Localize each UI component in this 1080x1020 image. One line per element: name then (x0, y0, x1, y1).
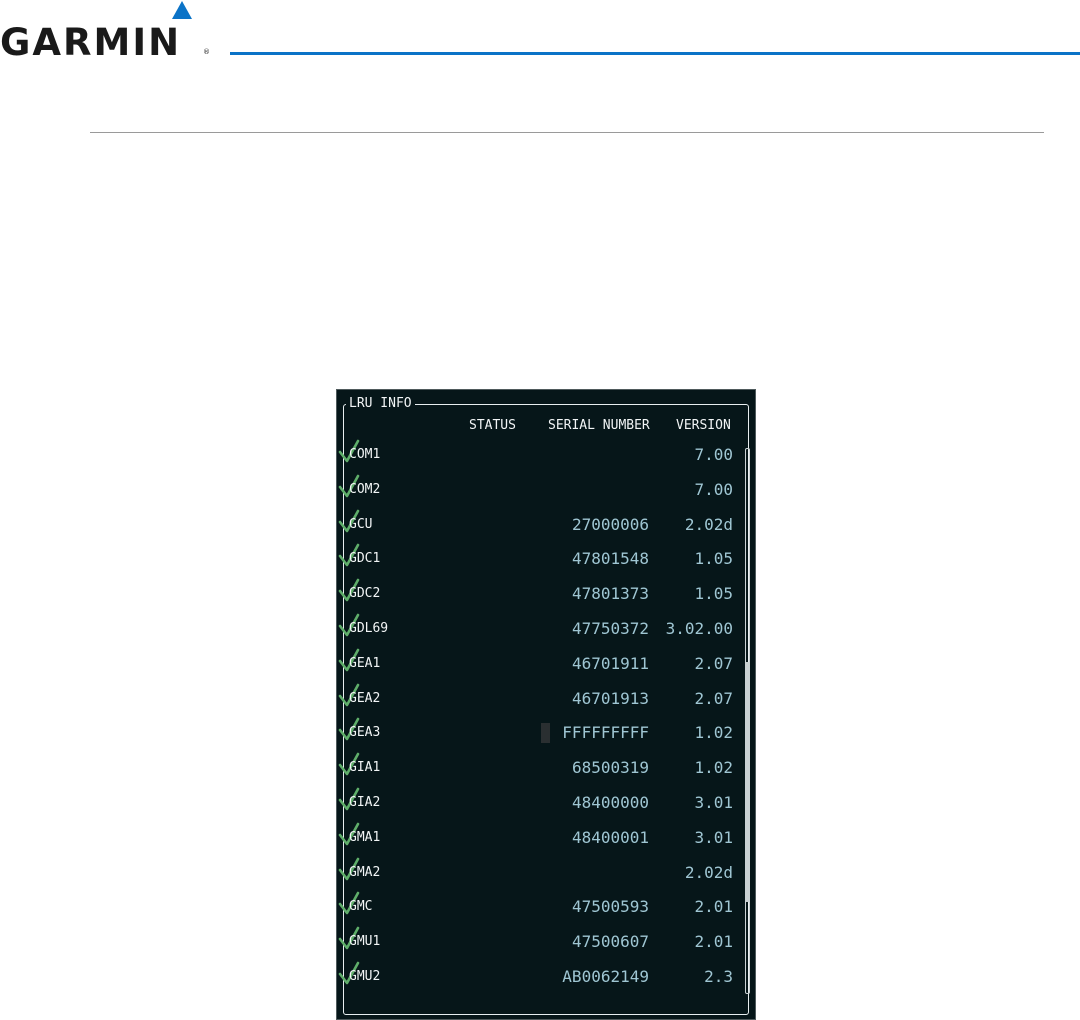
serial-number-value: 47500593 (571, 897, 649, 917)
version-value: 3.02.00 (665, 618, 733, 638)
table-row[interactable]: GMA1 48400001 3.01 (337, 821, 755, 856)
serial-number-value: 46701913 (571, 688, 649, 708)
table-row[interactable]: GMC 47500593 2.01 (337, 890, 755, 925)
garmin-delta-icon (172, 1, 192, 19)
table-row[interactable]: GDL69 47750372 3.02.00 (337, 612, 755, 647)
serial-number-value: 47801548 (571, 549, 649, 569)
table-row[interactable]: GMU1 47500607 2.01 (337, 925, 755, 960)
table-row[interactable]: GMU2 AB0062149 2.3 (337, 960, 755, 995)
version-value: 3.01 (694, 827, 733, 847)
serial-number-value: 47500607 (571, 932, 649, 952)
table-row[interactable]: GCU 27000006 2.02d (337, 508, 755, 543)
section-divider (90, 132, 1044, 133)
table-row[interactable]: GMA2 2.02d (337, 856, 755, 891)
version-value: 2.01 (694, 932, 733, 952)
serial-number-value: AB0062149 (562, 966, 649, 986)
version-value: 2.02d (684, 862, 733, 882)
lru-name: GIA1 (349, 760, 381, 776)
table-row[interactable]: COM1 7.00 (337, 438, 755, 473)
serial-number-value: 48400001 (571, 827, 649, 847)
column-header-serial-number: SERIAL NUMBER (548, 418, 650, 433)
version-value: 3.01 (694, 792, 733, 812)
version-value: 1.02 (694, 723, 733, 743)
lru-name: GEA1 (349, 655, 381, 671)
table-row[interactable]: GEA2 46701913 2.07 (337, 682, 755, 717)
table-row[interactable]: COM2 7.00 (337, 473, 755, 508)
lru-name: GDC1 (349, 551, 381, 567)
serial-number-value: 47750372 (571, 618, 649, 638)
serial-number-value: 48400000 (571, 792, 649, 812)
registered-mark: ® (203, 48, 210, 56)
lru-list[interactable]: COM1 7.00 COM2 7.00 GCU 27000006 2.02d GDC1 4780… (337, 438, 755, 995)
column-header-status: STATUS (469, 418, 516, 433)
column-header-version: VERSION (676, 418, 731, 433)
lru-name: COM2 (349, 481, 381, 497)
lru-name: GMA2 (349, 864, 381, 880)
scrollbar-thumb[interactable] (746, 662, 749, 902)
version-value: 2.3 (704, 966, 733, 986)
version-value: 2.07 (694, 653, 733, 673)
lru-name: GMU2 (349, 968, 381, 984)
lru-name: GMU1 (349, 934, 381, 950)
table-row[interactable]: GIA2 48400000 3.01 (337, 786, 755, 821)
cursor-highlight (541, 723, 550, 744)
lru-name: GMC (349, 899, 373, 915)
version-value: 1.02 (694, 758, 733, 778)
table-row[interactable]: GDC2 47801373 1.05 (337, 577, 755, 612)
header-rule (230, 52, 1080, 55)
version-value: 1.05 (694, 584, 733, 604)
lru-name: GCU (349, 516, 373, 532)
lru-name: COM1 (349, 447, 381, 462)
version-value: 7.00 (694, 479, 733, 499)
table-row[interactable]: GDC1 47801548 1.05 (337, 542, 755, 577)
lru-name: GIA2 (349, 794, 381, 810)
table-row[interactable]: GEA3 FFFFFFFFF 1.02 (337, 716, 755, 751)
version-value: 2.01 (694, 897, 733, 917)
version-value: 2.02d (684, 514, 733, 534)
serial-number-value: 68500319 (571, 758, 649, 778)
lru-name: GDL69 (349, 620, 389, 636)
serial-number-value: 46701911 (571, 653, 649, 673)
lru-name: GEA3 (349, 725, 381, 741)
version-value: 7.00 (694, 445, 733, 464)
serial-number-value: 27000006 (571, 514, 649, 534)
version-value: 2.07 (694, 688, 733, 708)
version-value: 1.05 (694, 549, 733, 569)
lru-name: GMA1 (349, 829, 381, 845)
table-row[interactable]: GIA1 68500319 1.02 (337, 751, 755, 786)
table-row[interactable]: GEA1 46701911 2.07 (337, 647, 755, 682)
lru-name: GEA2 (349, 690, 381, 706)
scrollbar[interactable] (745, 448, 750, 994)
serial-number-value: FFFFFFFFF (562, 723, 649, 743)
lru-info-screen: LRU INFO STATUS SERIAL NUMBER VERSION CO… (336, 389, 756, 1020)
brand-name: GARMIN (0, 21, 182, 64)
serial-number-value: 47801373 (571, 584, 649, 604)
panel-title: LRU INFO (346, 395, 415, 413)
lru-name: GDC2 (349, 586, 381, 602)
